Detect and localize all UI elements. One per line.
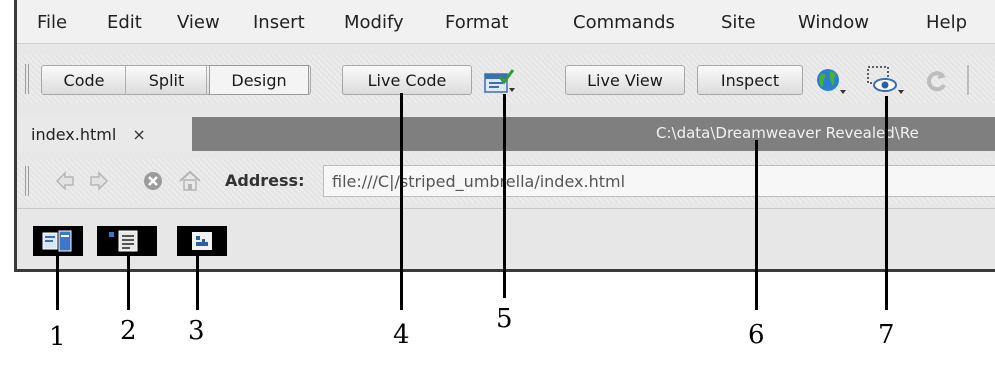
code-navigator-icon[interactable] <box>97 226 157 256</box>
address-toolbar-grip[interactable] <box>25 166 31 196</box>
callout-line-1 <box>56 256 59 310</box>
callout-number-7: 7 <box>878 320 895 350</box>
callout-line-2 <box>127 256 130 310</box>
menu-insert[interactable]: Insert <box>253 12 305 33</box>
menu-view[interactable]: View <box>177 12 220 33</box>
callout-number-2: 2 <box>120 316 137 346</box>
callout-number-5: 5 <box>496 304 513 334</box>
forward-arrow-icon[interactable] <box>87 169 111 193</box>
toolbar-grip[interactable] <box>25 64 31 94</box>
document-tab[interactable]: index.html × <box>17 117 192 151</box>
menu-help[interactable]: Help <box>926 12 967 33</box>
live-code-button[interactable]: Live Code <box>342 65 472 95</box>
callout-number-1: 1 <box>49 322 66 352</box>
style-rendering-icon[interactable] <box>177 226 227 256</box>
callout-line-3 <box>196 256 199 310</box>
live-view-button[interactable]: Live View <box>565 65 685 95</box>
document-path: C:\data\Dreamweaver Revealed\Re <box>656 124 919 142</box>
menu-modify[interactable]: Modify <box>344 12 404 33</box>
toolbar-divider <box>17 208 995 209</box>
callout-number-6: 6 <box>748 320 765 350</box>
menu-commands[interactable]: Commands <box>573 12 675 33</box>
document-tab-bar: index.html × C:\data\Dreamweaver Reveale… <box>17 117 995 151</box>
related-files-icon[interactable] <box>33 226 83 256</box>
callout-line-6 <box>755 140 758 310</box>
design-view-button[interactable]: Design <box>209 65 309 95</box>
document-tab-filename[interactable]: index.html <box>31 125 116 144</box>
split-view-button[interactable]: Split <box>127 65 207 95</box>
callout-number-4: 4 <box>393 320 410 350</box>
inspect-button[interactable]: Inspect <box>697 65 803 95</box>
close-tab-icon[interactable]: × <box>132 125 145 144</box>
menu-site[interactable]: Site <box>721 12 756 33</box>
menu-file[interactable]: File <box>37 12 67 33</box>
back-arrow-icon[interactable] <box>53 169 77 193</box>
address-input[interactable]: file:///C|/striped_umbrella/index.html <box>323 165 995 197</box>
menu-window[interactable]: Window <box>798 12 869 33</box>
address-label: Address: <box>225 171 305 190</box>
callout-line-5 <box>503 94 506 298</box>
callout-line-4 <box>400 93 403 310</box>
stop-icon[interactable] <box>141 169 165 193</box>
browser-navigation-toolbar: Address: file:///C|/striped_umbrella/ind… <box>17 159 995 203</box>
home-icon[interactable] <box>177 169 203 193</box>
callout-number-3: 3 <box>188 316 205 346</box>
visual-aids-icon[interactable] <box>865 64 909 96</box>
document-toolbar: Code Split Design Live Code Live View In… <box>17 55 995 103</box>
code-view-button[interactable]: Code <box>43 65 126 95</box>
callout-line-7 <box>885 96 888 310</box>
refresh-icon[interactable] <box>923 68 951 94</box>
menu-bar: File Edit View Insert Modify Format Comm… <box>17 0 995 44</box>
preview-globe-icon[interactable] <box>812 66 850 96</box>
toolbar-separator <box>967 65 969 95</box>
file-management-icon[interactable] <box>482 68 518 94</box>
menu-edit[interactable]: Edit <box>107 12 142 33</box>
menu-format[interactable]: Format <box>445 12 508 33</box>
